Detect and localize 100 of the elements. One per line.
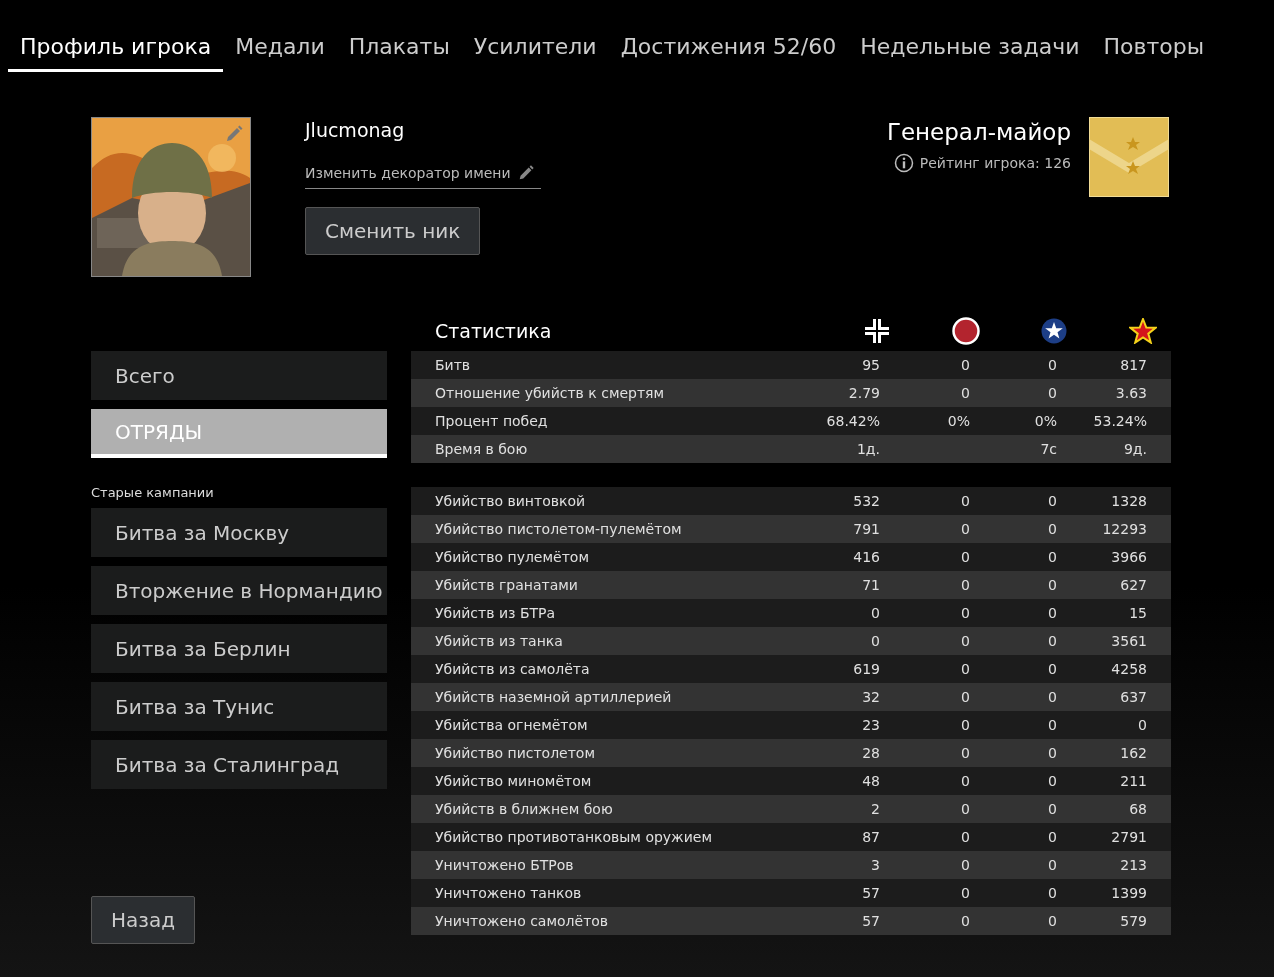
stat-label: Убийство пистолетом-пулемётом [435,521,683,537]
tab[interactable]: Медали [223,28,337,72]
star-roundel-icon [1041,317,1067,344]
stat-value: 71 [861,577,880,593]
stat-label: Убийство винтовкой [435,493,587,509]
name-decorator-link[interactable]: Изменить декоратор имени [305,163,541,189]
stat-label: Время в бою [435,441,529,457]
stat-value: 0 [960,829,970,845]
sidebar-item[interactable]: Всего [91,351,387,400]
stat-value: 28 [861,745,880,761]
stat-value: 87 [861,829,880,845]
stat-value: 0% [1033,413,1057,429]
stats-title: Статистика [435,319,553,342]
stat-value: 0 [960,521,970,537]
stat-value: 532 [852,493,880,509]
stat-label: Убийств из самолёта [435,661,591,677]
stat-value: 0 [1047,661,1057,677]
stat-value: 0 [960,605,970,621]
stat-value: 9д. [1122,441,1147,457]
stat-label: Убийство пистолетом [435,745,596,761]
back-button[interactable]: Назад [91,896,195,944]
stat-value: 23 [861,717,880,733]
stat-value: 0 [1047,885,1057,901]
stat-value: 0 [960,745,970,761]
stat-value: 817 [1119,357,1147,373]
tab[interactable]: Повторы [1091,28,1217,72]
campaign-item[interactable]: Вторжение в Нормандию [91,566,387,615]
stat-label: Уничтожено танков [435,885,583,901]
stat-value: 0 [1047,773,1057,789]
stat-value: 0 [1047,577,1057,593]
stat-value: 637 [1119,689,1147,705]
campaign-item[interactable]: Битва за Тунис [91,682,387,731]
stat-value: 3966 [1110,549,1147,565]
stat-value: 0 [960,913,970,929]
stat-label: Убийств гранатами [435,577,579,593]
stat-value: 0 [1047,493,1057,509]
stat-value: 0 [870,633,880,649]
stat-value: 0 [1047,521,1057,537]
stat-value: 0 [870,605,880,621]
stat-value: 0 [1137,717,1147,733]
rank-insignia-icon [1089,117,1169,197]
stat-value: 0 [960,549,970,565]
stat-value: 0 [1047,829,1057,845]
stat-value: 627 [1119,577,1147,593]
stat-label: Убийств из БТРа [435,605,557,621]
stat-value: 57 [861,913,880,929]
stat-value: 2 [870,801,880,817]
stat-value: 3561 [1110,633,1147,649]
change-nickname-button[interactable]: Сменить ник [305,207,481,255]
stat-value: 68 [1128,801,1147,817]
stat-value: 0 [960,661,970,677]
stat-value: 791 [852,521,880,537]
player-name: Jlucmonag [305,119,405,141]
campaign-item[interactable]: Битва за Берлин [91,624,387,673]
stat-value: 0 [960,885,970,901]
stat-value: 0 [1047,913,1057,929]
stat-value: 162 [1119,745,1147,761]
tab[interactable]: Усилители [461,28,609,72]
stat-value: 211 [1119,773,1147,789]
circle-icon [952,316,980,345]
stat-value: 48 [861,773,880,789]
campaign-item[interactable]: Битва за Москву [91,508,387,557]
stat-label: Убийства огнемётом [435,717,589,733]
stat-value: 95 [861,357,880,373]
tab[interactable]: Плакаты [336,28,462,72]
campaign-item[interactable]: Битва за Сталинград [91,740,387,789]
stat-value: 0 [960,493,970,509]
stat-label: Уничтожено БТРов [435,857,575,873]
stat-value: 213 [1119,857,1147,873]
stat-value: 0 [960,857,970,873]
stat-value: 619 [852,661,880,677]
cross-icon [864,317,890,344]
stat-value: 0 [960,773,970,789]
stat-label: Битв [435,357,472,373]
stat-value: 0 [960,689,970,705]
player-rating: Рейтинг игрока: 126 [919,155,1071,171]
info-icon[interactable] [893,153,914,173]
stat-label: Убийство миномётом [435,773,593,789]
tab[interactable]: Достижения 52/60 [608,28,849,72]
tab[interactable]: Недельные задачи [848,28,1092,72]
stat-value: 12293 [1101,521,1147,537]
stat-value: 15 [1128,605,1147,621]
stat-value: 579 [1119,913,1147,929]
stat-value: 4258 [1110,661,1147,677]
stat-value: 0 [960,577,970,593]
stat-value: 0 [1047,745,1057,761]
stat-value: 0 [1047,357,1057,373]
stat-value: 0 [960,357,970,373]
stat-value: 1д. [855,441,880,457]
stat-value: 416 [852,549,880,565]
stat-value: 0 [1047,689,1057,705]
stat-value: 7с [1039,441,1057,457]
stat-label: Уничтожено самолётов [435,913,610,929]
stat-value: 0 [1047,633,1057,649]
tab[interactable]: Профиль игрока [8,28,224,72]
stat-value: 2.79 [847,385,880,401]
stat-value: 1328 [1110,493,1147,509]
rank-title: Генерал-майор [886,119,1071,145]
stat-value: 0 [1047,801,1057,817]
stat-value: 0 [1047,549,1057,565]
